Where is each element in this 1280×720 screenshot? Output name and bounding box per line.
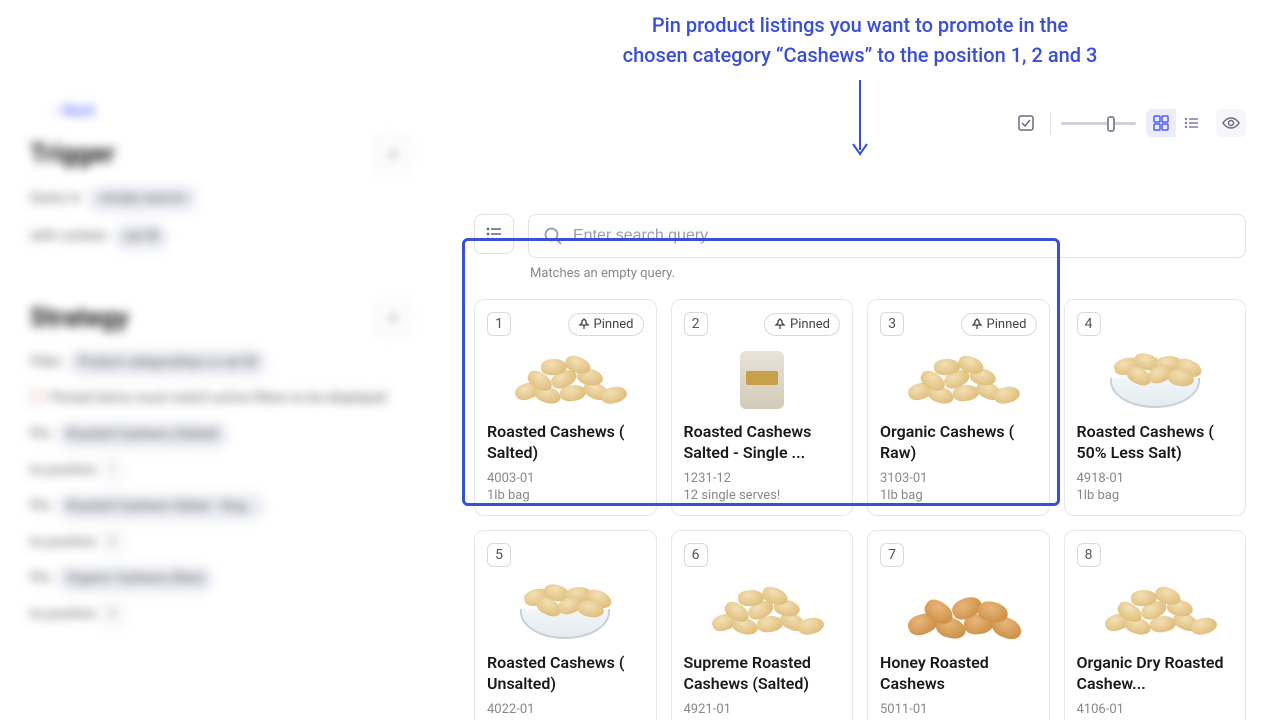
product-card[interactable]: 2 Pinned Roasted Cashews Salted - Single .… — [671, 299, 854, 516]
rank-badge: 7 — [880, 543, 904, 567]
product-subtitle: 12 single serves! — [684, 488, 841, 503]
product-title: Organic Cashews ( Raw) — [880, 422, 1037, 464]
rank-badge: 8 — [1077, 543, 1101, 567]
product-image — [1077, 575, 1234, 647]
product-image — [487, 344, 644, 416]
results-toolbar — [978, 112, 1280, 144]
product-sku: 1231-12 — [684, 470, 841, 488]
product-card[interactable]: 4 Roasted Cashews ( 50% Less Salt) 4918-01… — [1064, 299, 1247, 516]
pinned-badge: Pinned — [961, 313, 1037, 336]
product-title: Roasted Cashews Salted - Single ... — [684, 422, 841, 464]
pin-icon — [971, 318, 983, 330]
rank-badge: 5 — [487, 543, 511, 567]
query-chip[interactable]: <empty search> — [87, 185, 199, 213]
product-title: Roasted Cashews ( Salted) — [487, 422, 644, 464]
product-image — [1077, 344, 1234, 416]
divider — [1050, 112, 1051, 134]
filter-chip[interactable]: Product.categoryKeys is cat-30 — [68, 349, 268, 377]
product-card[interactable]: 6 Supreme Roasted Cashews (Salted) 4921-01 — [671, 530, 854, 720]
product-title: Organic Dry Roasted Cashew... — [1077, 653, 1234, 695]
filter-list-button[interactable] — [474, 214, 514, 254]
list-view-button[interactable] — [1176, 109, 1206, 137]
product-image — [880, 344, 1037, 416]
back-link[interactable]: Back — [55, 100, 410, 119]
card-size-slider[interactable] — [1061, 122, 1136, 125]
search-input-container — [528, 214, 1246, 258]
product-sku: 4921-01 — [684, 701, 841, 719]
rank-badge: 2 — [684, 312, 708, 336]
pinned-badge: Pinned — [764, 313, 840, 336]
checkbox-icon[interactable] — [1012, 109, 1040, 137]
add-strategy-button[interactable]: + — [376, 301, 410, 335]
results-panel: Pin product listings you want to promote… — [440, 0, 1280, 720]
pin-icon — [774, 318, 786, 330]
product-sku: 4003-01 — [487, 470, 644, 488]
product-sku: 4022-01 — [487, 701, 644, 719]
arrow-down-icon — [848, 78, 872, 158]
product-card[interactable]: 5 Roasted Cashews ( Unsalted) 4022-01 — [474, 530, 657, 720]
grid-view-button[interactable] — [1146, 109, 1176, 137]
strategy-heading: Strategy — [30, 303, 129, 333]
add-trigger-button[interactable]: + — [376, 137, 410, 171]
product-grid: 1PinnedRoasted Cashews ( Salted)4003-011… — [440, 281, 1280, 720]
product-subtitle: 1lb bag — [880, 488, 1037, 503]
search-icon — [543, 226, 563, 246]
product-sku: 4918-01 — [1077, 470, 1234, 488]
product-subtitle: 1lb bag — [1077, 488, 1234, 503]
rank-badge: 4 — [1077, 312, 1101, 336]
trigger-heading: Trigger — [30, 139, 115, 169]
context-chip[interactable]: cat-30 — [113, 223, 169, 251]
preview-button[interactable] — [1216, 109, 1246, 137]
rank-badge: 6 — [684, 543, 708, 567]
product-card[interactable]: 1 Pinned Roasted Cashews ( Salted) 4003-011… — [474, 299, 657, 516]
product-title: Roasted Cashews ( 50% Less Salt) — [1077, 422, 1234, 464]
product-image — [684, 575, 841, 647]
product-subtitle: 1lb bag — [487, 488, 644, 503]
product-card[interactable]: 3 Pinned Organic Cashews ( Raw) 3103-011lb … — [867, 299, 1050, 516]
pin-icon — [578, 318, 590, 330]
search-match-note: Matches an empty query. — [530, 266, 1246, 281]
product-card[interactable]: 7 Honey Roasted Cashews 5011-01 — [867, 530, 1050, 720]
product-card[interactable]: 8 Organic Dry Roasted Cashew... 4106-01 — [1064, 530, 1247, 720]
product-title: Roasted Cashews ( Unsalted) — [487, 653, 644, 695]
product-sku: 5011-01 — [880, 701, 1037, 719]
product-sku: 4106-01 — [1077, 701, 1234, 719]
search-input[interactable] — [573, 227, 1231, 245]
product-title: Honey Roasted Cashews — [880, 653, 1037, 695]
product-sku: 3103-01 — [880, 470, 1037, 488]
rank-badge: 1 — [487, 312, 511, 336]
product-image — [487, 575, 644, 647]
config-sidebar: Back Trigger + Query is <empty search> w… — [0, 0, 440, 720]
product-image — [880, 575, 1037, 647]
pinned-badge: Pinned — [568, 313, 644, 336]
product-image — [684, 344, 841, 416]
product-title: Supreme Roasted Cashews (Salted) — [684, 653, 841, 695]
rank-badge: 3 — [880, 312, 904, 336]
